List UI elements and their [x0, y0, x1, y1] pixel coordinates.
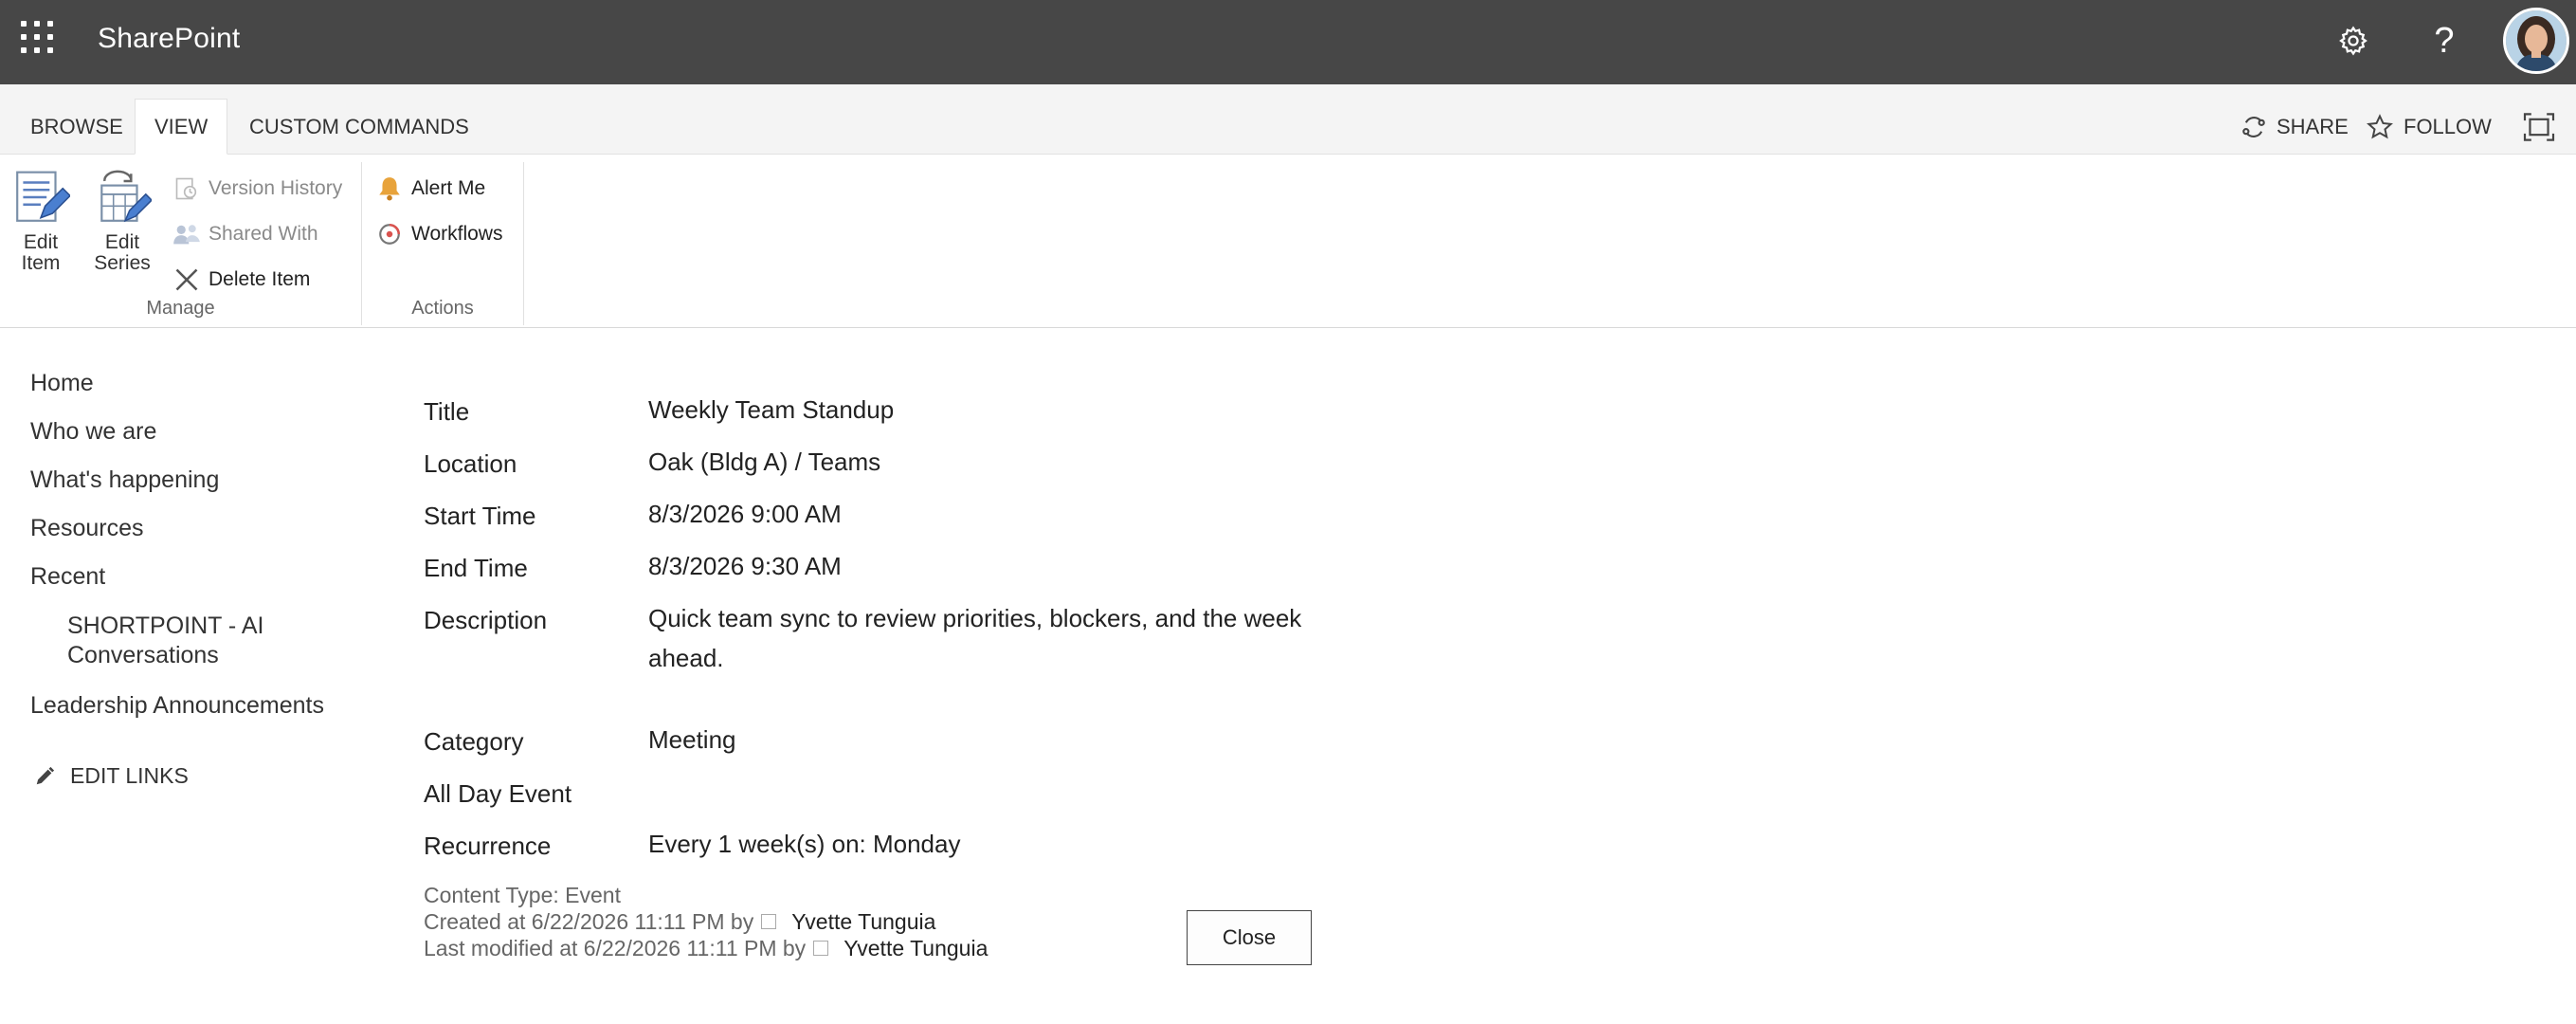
- presence-icon: [813, 941, 829, 956]
- edit-item-label-line1: Edit: [23, 231, 59, 253]
- ribbon-group-manage: Edit Item Edit Series Version History Sh…: [0, 162, 362, 325]
- shared-with-label: Shared With: [209, 223, 318, 245]
- nav-item-shortpoint-ai-conversations[interactable]: SHORTPOINT - AI Conversations: [67, 612, 352, 670]
- created-text: Created at 6/22/2026 11:11 PM by: [424, 909, 754, 934]
- workflows-button[interactable]: Workflows: [375, 217, 502, 251]
- share-button[interactable]: SHARE: [2240, 99, 2349, 155]
- pencil-icon: [34, 766, 55, 787]
- edit-series-icon: [100, 170, 152, 223]
- help-icon[interactable]: ?: [2422, 19, 2466, 63]
- edit-series-label-line2: Series: [94, 252, 151, 274]
- version-history-icon: [172, 174, 201, 203]
- ribbon-body: Edit Item Edit Series Version History Sh…: [0, 155, 2576, 328]
- share-icon: [2240, 114, 2267, 140]
- tab-custom-commands[interactable]: CUSTOM COMMANDS: [230, 99, 488, 155]
- nav-item-leadership-announcements[interactable]: Leadership Announcements: [30, 692, 324, 720]
- modified-text: Last modified at 6/22/2026 11:11 PM by: [424, 936, 807, 960]
- shared-with-button[interactable]: Shared With: [172, 217, 318, 251]
- field-label: Start Time: [424, 502, 536, 530]
- created-line: Created at 6/22/2026 11:11 PM by Yvette …: [424, 908, 988, 935]
- field-value: Every 1 week(s) on: Monday: [648, 830, 961, 858]
- share-label: SHARE: [2277, 114, 2349, 138]
- edit-links-button[interactable]: EDIT LINKS: [34, 763, 189, 789]
- field-value: Quick team sync to review priorities, bl…: [648, 604, 1302, 672]
- app-name[interactable]: SharePoint: [98, 23, 240, 55]
- ribbon-tab-bar: BROWSE VIEW CUSTOM COMMANDS SHARE FOLLOW: [0, 84, 2576, 155]
- field-value: Meeting: [648, 725, 736, 754]
- delete-x-icon: [172, 265, 201, 294]
- user-avatar[interactable]: [2503, 8, 2569, 74]
- ribbon-group-label-manage: Manage: [146, 298, 215, 319]
- bell-icon: [375, 174, 404, 203]
- alert-me-label: Alert Me: [411, 177, 486, 199]
- version-history-button[interactable]: Version History: [172, 172, 342, 206]
- ribbon-group-actions: Alert Me Workflows Actions: [362, 162, 524, 325]
- workflows-label: Workflows: [411, 223, 503, 245]
- field-label: End Time: [424, 554, 528, 582]
- tab-browse[interactable]: BROWSE: [11, 99, 142, 155]
- app-launcher-icon[interactable]: [21, 21, 53, 53]
- field-value: 8/3/2026 9:00 AM: [648, 500, 842, 528]
- shared-with-icon: [172, 220, 201, 248]
- nav-item-resources[interactable]: Resources: [30, 515, 144, 542]
- delete-item-label: Delete Item: [209, 268, 311, 290]
- presence-icon: [761, 914, 777, 929]
- edit-series-button[interactable]: Edit Series: [83, 168, 161, 274]
- created-by-user-link[interactable]: Yvette Tunguia: [791, 908, 935, 935]
- workflows-icon: [375, 220, 404, 248]
- item-metadata: Content Type: Event Created at 6/22/2026…: [424, 882, 988, 961]
- field-label: Title: [424, 397, 470, 426]
- nav-item-who-we-are[interactable]: Who we are: [30, 418, 156, 446]
- field-label: Recurrence: [424, 832, 552, 860]
- field-label: Location: [424, 449, 517, 478]
- field-label: Category: [424, 727, 524, 756]
- nav-item-whats-happening[interactable]: What's happening: [30, 466, 219, 494]
- gear-icon[interactable]: [2331, 19, 2375, 63]
- field-value: Oak (Bldg A) / Teams: [648, 448, 881, 476]
- modified-by-user-link[interactable]: Yvette Tunguia: [844, 935, 988, 961]
- edit-series-label-line1: Edit: [104, 231, 140, 253]
- delete-item-button[interactable]: Delete Item: [172, 263, 310, 297]
- ribbon-group-label-actions: Actions: [411, 298, 474, 319]
- nav-item-home[interactable]: Home: [30, 370, 94, 397]
- edit-item-icon: [16, 171, 70, 222]
- modified-line: Last modified at 6/22/2026 11:11 PM by Y…: [424, 935, 988, 961]
- tab-view[interactable]: VIEW: [135, 99, 228, 155]
- suite-bar: SharePoint ?: [0, 0, 2576, 84]
- edit-item-label-line2: Item: [21, 252, 61, 274]
- field-label: All Day Event: [424, 779, 572, 808]
- edit-item-button[interactable]: Edit Item: [2, 168, 80, 274]
- field-value: 8/3/2026 9:30 AM: [648, 552, 842, 580]
- focus-on-content-icon[interactable]: [2523, 99, 2555, 155]
- star-icon: [2366, 113, 2394, 141]
- version-history-label: Version History: [209, 177, 343, 199]
- content-type: Content Type: Event: [424, 883, 621, 907]
- field-label: Description: [424, 606, 548, 634]
- nav-item-recent[interactable]: Recent: [30, 563, 105, 591]
- close-button[interactable]: Close: [1187, 910, 1312, 965]
- alert-me-button[interactable]: Alert Me: [375, 172, 485, 206]
- follow-label: FOLLOW: [2404, 114, 2492, 138]
- follow-button[interactable]: FOLLOW: [2366, 99, 2492, 155]
- field-value: Weekly Team Standup: [648, 395, 895, 424]
- edit-links-label: EDIT LINKS: [70, 763, 189, 788]
